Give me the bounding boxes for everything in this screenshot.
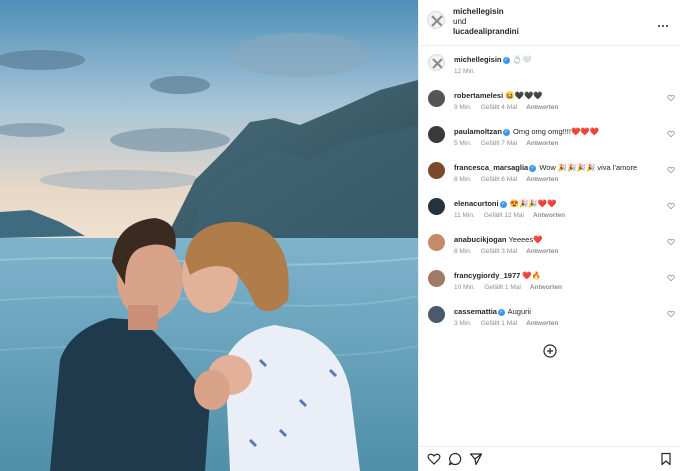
comment-username[interactable]: robertamelesi (454, 91, 503, 100)
reply-button[interactable]: Antworten (526, 104, 558, 111)
post-actions-bar (419, 446, 680, 471)
share-icon[interactable] (469, 452, 483, 466)
comment: elenacurtoni ✓ 😍🎉🎉❤️❤️ 11 Min. Gefällt 12 … (419, 198, 680, 232)
comment-text: Yeeees❤️ (508, 235, 543, 244)
avatar[interactable] (428, 162, 445, 179)
comment: anabucikjogan Yeeees❤️ 8 Min. Gefällt 3 M… (419, 234, 680, 268)
reply-button[interactable]: Antworten (526, 320, 558, 327)
comment-text: Omg omg omg!!!!❤️❤️❤️ (513, 127, 599, 136)
more-options-icon[interactable] (658, 14, 672, 27)
heart-icon[interactable] (667, 202, 675, 210)
avatar[interactable] (428, 270, 445, 287)
comment-username[interactable]: francygiordy_1977 (454, 271, 520, 280)
comment-username[interactable]: cassemattia (454, 307, 497, 316)
reply-button[interactable]: Antworten (526, 176, 558, 183)
comment-likes[interactable]: Gefällt 1 Mal (484, 284, 521, 291)
heart-icon[interactable] (667, 94, 675, 102)
comment-likes[interactable]: Gefällt 7 Mal (481, 140, 518, 147)
verified-icon: ✓ (529, 164, 537, 172)
avatar[interactable] (427, 11, 445, 29)
avatar[interactable] (428, 54, 445, 71)
comment-icon[interactable] (448, 452, 462, 466)
comment-time: 10 Min. (454, 284, 476, 291)
caption: michellegisin ✓ 💍🤍 12 Min. (419, 54, 680, 88)
heart-icon[interactable] (667, 274, 675, 282)
bookmark-icon[interactable] (659, 452, 673, 466)
caption-username[interactable]: michellegisin (454, 55, 502, 64)
reply-button[interactable]: Antworten (526, 140, 558, 147)
post-photo[interactable] (0, 0, 418, 471)
comment-username[interactable]: anabucikjogan (454, 235, 507, 244)
heart-icon[interactable] (427, 452, 441, 466)
comment-likes[interactable]: Gefällt 4 Mal (481, 104, 518, 111)
verified-icon: ✓ (497, 308, 505, 316)
heart-icon[interactable] (667, 310, 675, 318)
avatar[interactable] (428, 198, 445, 215)
comment: cassemattia ✓ Augurii 3 Min. Gefällt 1 Mal… (419, 306, 680, 340)
verified-icon: ✓ (502, 56, 510, 64)
comment: francesca_marsaglia ✓ Wow 🎉🎉🎉🎉 viva l'amo… (419, 162, 680, 196)
comments-list[interactable]: michellegisin ✓ 💍🤍 12 Min. robertamelesi … (419, 46, 680, 446)
comment-likes[interactable]: Gefällt 6 Mal (481, 176, 518, 183)
heart-icon[interactable] (667, 238, 675, 246)
avatar[interactable] (428, 234, 445, 251)
reply-button[interactable]: Antworten (526, 248, 558, 255)
comment-time: 8 Min. (454, 248, 472, 255)
comment-text: 😆🖤🖤🖤 (505, 91, 543, 100)
comment-time: 3 Min. (454, 320, 472, 327)
avatar[interactable] (428, 90, 445, 107)
comment-username[interactable]: elenacurtoni (454, 199, 499, 208)
comment: robertamelesi 😆🖤🖤🖤 9 Min. Gefällt 4 Mal An… (419, 90, 680, 124)
reply-button[interactable]: Antworten (530, 284, 562, 291)
coauthor-username[interactable]: lucadealiprandini (453, 27, 519, 36)
plus-circle-icon[interactable] (543, 344, 557, 358)
comment-likes[interactable]: Gefällt 1 Mal (481, 320, 518, 327)
comment-text: ❤️🔥 (522, 271, 542, 280)
verified-icon: ✓ (502, 128, 510, 136)
comment-text: Wow 🎉🎉🎉🎉 viva l'amore (539, 163, 638, 172)
post-header: michellegisin und lucadealiprandini (419, 0, 680, 46)
comment-text: 😍🎉🎉❤️❤️ (509, 199, 557, 208)
comment-time: 9 Min. (454, 104, 472, 111)
caption-text: 💍🤍 (512, 55, 532, 64)
comment-time: 5 Min. (454, 140, 472, 147)
author-username[interactable]: michellegisin (453, 7, 504, 16)
comment-username[interactable]: francesca_marsaglia (454, 163, 528, 172)
post-side-panel: michellegisin und lucadealiprandini mich… (418, 0, 680, 471)
caption-time: 12 Min. (454, 68, 476, 75)
post-authors: michellegisin und lucadealiprandini (453, 7, 519, 37)
heart-icon[interactable] (667, 130, 675, 138)
comment-time: 11 Min. (454, 212, 475, 219)
comment-text: Augurii (507, 307, 531, 316)
heart-icon[interactable] (667, 166, 675, 174)
verified-icon: ✓ (499, 200, 507, 208)
comment-likes[interactable]: Gefällt 3 Mal (481, 248, 518, 255)
avatar[interactable] (428, 306, 445, 323)
comment-time: 8 Min. (454, 176, 472, 183)
author-conjunction: und (453, 17, 467, 26)
avatar[interactable] (428, 126, 445, 143)
comment-username[interactable]: paulamoltzan (454, 127, 502, 136)
comment: francygiordy_1977 ❤️🔥 10 Min. Gefällt 1 M… (419, 270, 680, 304)
comment: paulamoltzan ✓ Omg omg omg!!!!❤️❤️❤️ 5 Mi… (419, 126, 680, 160)
reply-button[interactable]: Antworten (533, 212, 565, 219)
comment-likes[interactable]: Gefällt 12 Mal (484, 212, 524, 219)
